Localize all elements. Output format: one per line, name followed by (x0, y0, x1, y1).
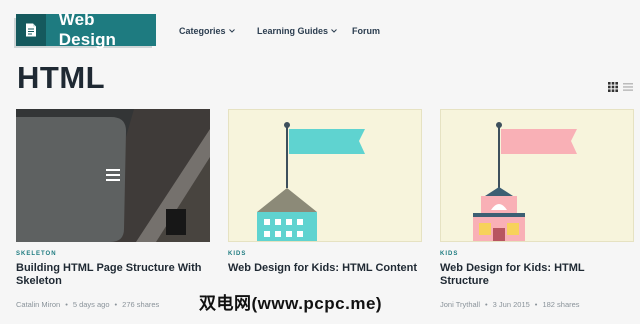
page-title: HTML (17, 60, 106, 95)
article-title[interactable]: Web Design for Kids: HTML Content (228, 262, 422, 275)
article-meta: Joni Trythall • 3 Jun 2015 • 182 shares (440, 300, 580, 309)
meta-separator: • (114, 300, 118, 309)
article-meta: Catalin Miron • 5 days ago • 276 shares (16, 300, 159, 309)
article-author[interactable]: Catalin Miron (16, 300, 60, 309)
meta-separator: • (534, 300, 538, 309)
chevron-down-icon (228, 29, 235, 33)
article-date: 5 days ago (72, 300, 110, 309)
watermark: 双电网(www.pcpc.me) (199, 294, 383, 313)
grid-view-icon[interactable] (608, 82, 618, 92)
nav-forum-label: Forum (352, 26, 380, 36)
article-title[interactable]: Building HTML Page Structure With Skelet… (16, 262, 210, 288)
document-icon (16, 14, 46, 46)
site-logo[interactable]: Web Design (16, 10, 156, 49)
article-shares: 276 shares (122, 300, 160, 309)
nav-forum[interactable]: Forum (352, 26, 380, 36)
nav-categories-label: Categories (179, 26, 226, 36)
article-shares: 182 shares (542, 300, 580, 309)
flag-building-illustration (257, 122, 365, 241)
article-title[interactable]: Web Design for Kids: HTML Structure (440, 262, 634, 288)
nav-learning-guides[interactable]: Learning Guides (257, 26, 337, 36)
nav-categories[interactable]: Categories (179, 26, 235, 36)
article-thumbnail[interactable] (16, 109, 210, 242)
article-thumbnail[interactable] (228, 109, 422, 242)
article-card[interactable]: SKELETON Building HTML Page Structure Wi… (16, 109, 210, 309)
article-card[interactable]: KIDS Web Design for Kids: HTML Structure… (440, 109, 634, 309)
flag-school-illustration (473, 122, 577, 241)
chevron-down-icon (331, 29, 337, 33)
article-thumbnail[interactable] (440, 109, 634, 242)
article-card[interactable]: KIDS Web Design for Kids: HTML Content (228, 109, 422, 275)
meta-separator: • (65, 300, 68, 309)
meta-separator: • (485, 300, 488, 309)
article-tag[interactable]: KIDS (228, 251, 422, 257)
list-view-icon[interactable] (623, 82, 633, 92)
article-tag[interactable]: SKELETON (16, 251, 210, 257)
article-date: 3 Jun 2015 (492, 300, 530, 309)
article-author[interactable]: Joni Trythall (440, 300, 480, 309)
article-tag[interactable]: KIDS (440, 251, 634, 257)
logo-text: Web Design (58, 10, 117, 49)
menu-icon (106, 169, 120, 181)
nav-learning-guides-label: Learning Guides (257, 26, 329, 36)
